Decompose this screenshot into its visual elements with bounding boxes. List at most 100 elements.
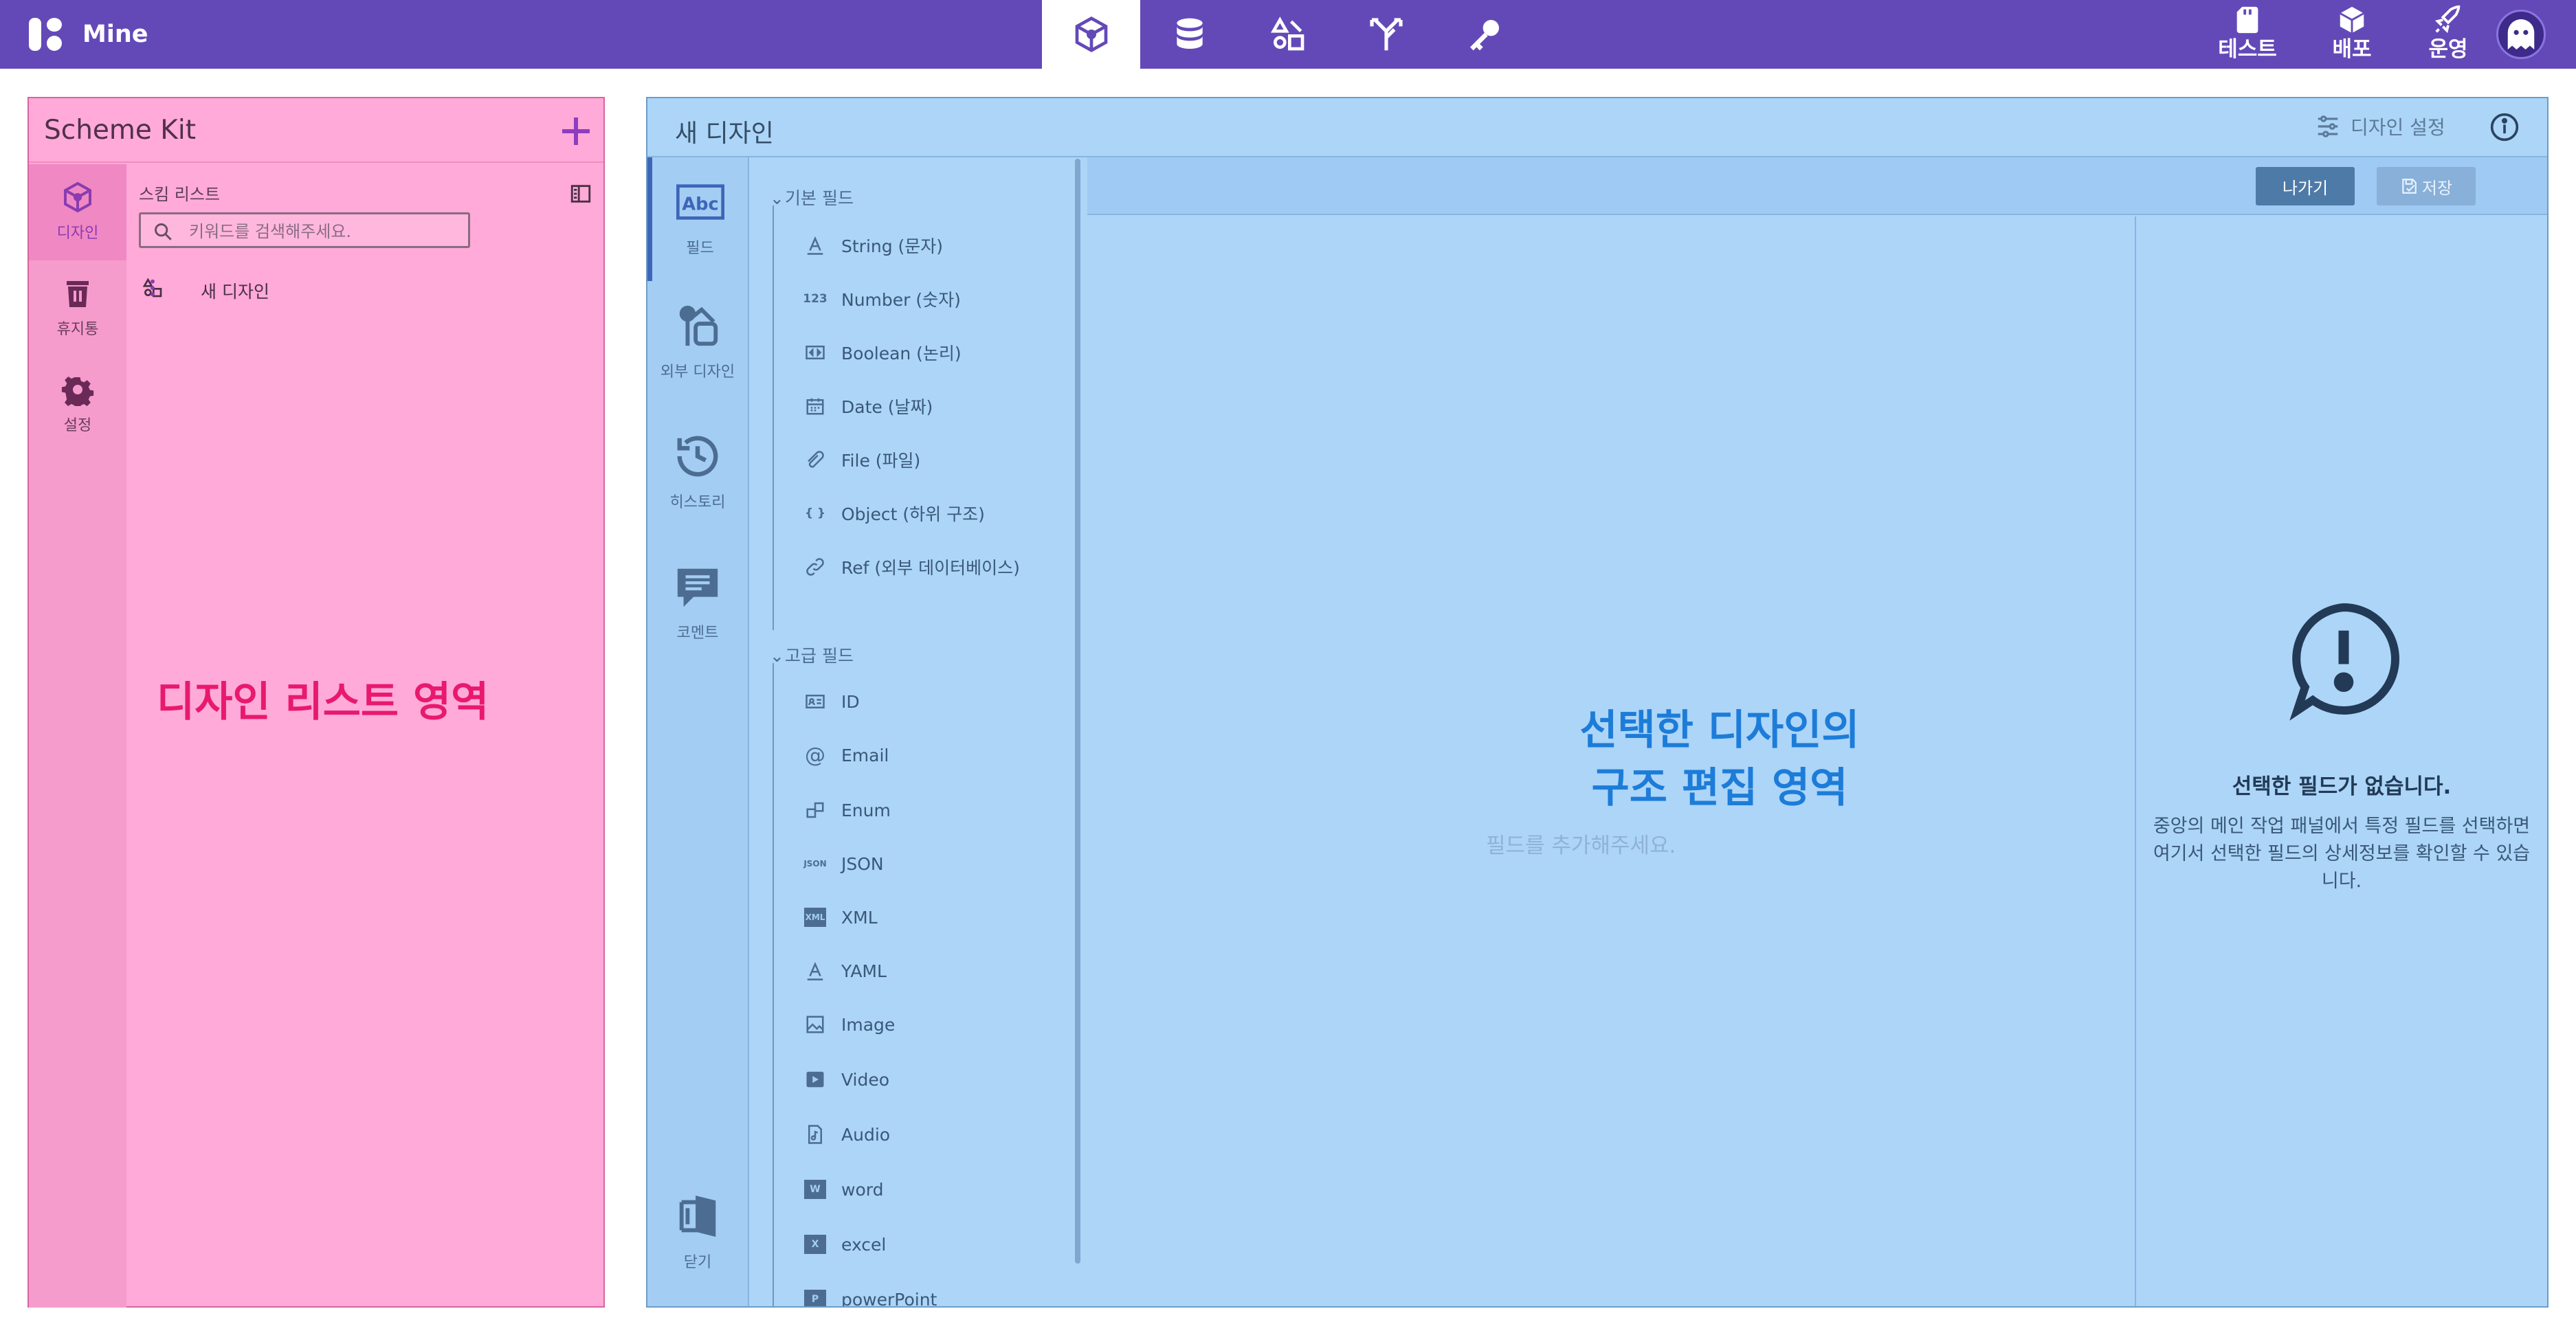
field-item-email[interactable]: @ Email [804, 740, 889, 770]
at-sign-icon: @ [805, 743, 825, 768]
rail-item-label: 휴지통 [56, 321, 99, 338]
field-item-label: excel [841, 1234, 887, 1255]
nav-deploy-button[interactable]: 배포 [2311, 3, 2393, 66]
rail-item-close[interactable]: 닫기 [647, 1172, 748, 1295]
scheme-name: 새 디자인 [201, 282, 269, 302]
rail-item-fields[interactable]: Abc 필드 [647, 157, 748, 281]
design-editor-panel: 새 디자인 디자인 설정 Abc 필드 외부 디자인 히스토리 코멘트 닫기 ⌄… [646, 97, 2549, 1308]
nav-operate-button[interactable]: 운영 [2407, 3, 2489, 66]
field-item-number[interactable]: 123 Number (숫자) [803, 284, 961, 314]
scheme-list-item[interactable]: 새 디자인 [139, 271, 595, 310]
yaml-icon [804, 961, 826, 981]
field-item-word[interactable]: Wword [804, 1174, 883, 1205]
add-scheme-icon[interactable] [559, 115, 592, 148]
nav-operate-label: 운영 [2428, 37, 2468, 62]
field-palette-scrollbar[interactable] [1075, 159, 1080, 1264]
field-item-object[interactable]: { } Object (하위 구조) [804, 498, 985, 528]
field-item-file[interactable]: File (파일) [804, 445, 920, 475]
structure-editor-area: 나가기 저장 필드를 추가해주세요. 선택한 디자인의 구조 편집 영역 선택한… [1087, 157, 2547, 1306]
design-list-area-annotation: 디자인 리스트 영역 [157, 678, 489, 726]
field-item-label: Email [841, 745, 889, 765]
rail-item-external-design[interactable]: 외부 디자인 [647, 281, 748, 405]
field-group-basic[interactable]: ⌄기본 필드 [770, 185, 854, 210]
field-item-enum[interactable]: Enum [804, 795, 891, 825]
rocket-icon [2434, 5, 2461, 34]
field-item-video[interactable]: Video [804, 1064, 889, 1095]
user-avatar[interactable] [2496, 10, 2546, 59]
scheme-search-field[interactable] [139, 212, 470, 248]
field-item-audio[interactable]: Audio [804, 1119, 890, 1150]
nav-test-label: 테스트 [2218, 37, 2277, 62]
scheme-list-title: 스킴 리스트 [139, 185, 221, 204]
field-item-label: Image [841, 1014, 896, 1035]
field-item-powerpoint[interactable]: PpowerPoint [804, 1284, 937, 1306]
rail-item-label: 코멘트 [676, 625, 719, 642]
word-file-icon: W [804, 1180, 826, 1199]
ghost-avatar-icon [2507, 19, 2535, 49]
tree-guide [773, 205, 774, 630]
more-vertical-icon[interactable] [142, 277, 164, 299]
excel-file-icon: X [804, 1235, 826, 1254]
design-settings-button[interactable]: 디자인 설정 [2315, 111, 2445, 142]
trash-icon [67, 281, 89, 307]
field-item-excel[interactable]: Xexcel [804, 1229, 886, 1259]
scheme-kit-rail: 디자인 휴지통 설정 [29, 164, 126, 1308]
chevron-down-icon: ⌄ [770, 188, 784, 208]
field-item-image[interactable]: Image [804, 1009, 895, 1040]
field-item-ref[interactable]: Ref (외부 데이터베이스) [804, 552, 1020, 582]
field-item-xml[interactable]: XML XML [804, 902, 878, 932]
field-item-label: Enum [841, 800, 891, 820]
field-item-id[interactable]: ID [804, 686, 860, 717]
image-icon [804, 1015, 826, 1034]
exit-button[interactable]: 나가기 [2256, 167, 2355, 205]
nav-database[interactable] [1140, 0, 1239, 69]
detail-empty-description: 중앙의 메인 작업 패널에서 특정 필드를 선택하면 여기서 선택한 필드의 상… [2153, 816, 2531, 892]
shapes-icon [1270, 16, 1304, 51]
scheme-list-header: Scheme Kit [29, 98, 603, 163]
field-item-label: Audio [841, 1124, 891, 1145]
rail-item-trash[interactable]: 휴지통 [29, 260, 126, 357]
field-detail-panel: 선택한 필드가 없습니다. 중앙의 메인 작업 패널에서 특정 필드를 선택하면… [2136, 216, 2547, 1306]
collapse-list-icon[interactable] [569, 182, 592, 205]
annotation-text: 선택한 디자인의 구조 편집 영역 [1579, 706, 1860, 812]
package-icon [2340, 6, 2364, 34]
search-icon [155, 223, 172, 240]
field-item-string[interactable]: String (문자) [804, 230, 943, 260]
structure-edit-area-annotation: 선택한 디자인의 구조 편집 영역 [1479, 702, 1960, 817]
field-item-date[interactable]: Date (날짜) [804, 391, 933, 421]
info-icon[interactable] [2489, 112, 2520, 142]
scheme-kit-icon [1075, 16, 1107, 53]
nav-key[interactable] [1435, 0, 1533, 69]
enum-icon [804, 800, 826, 820]
field-item-label: XML [841, 907, 878, 928]
save-button[interactable]: 저장 [2377, 167, 2476, 205]
field-item-label: Boolean (논리) [841, 344, 962, 363]
app-name[interactable]: Mine [82, 18, 148, 51]
rail-item-settings[interactable]: 설정 [29, 357, 126, 453]
editor-toolbar: 나가기 저장 [1087, 157, 2547, 215]
video-icon [804, 1070, 826, 1089]
string-icon [804, 236, 826, 255]
field-group-advanced[interactable]: ⌄고급 필드 [770, 642, 854, 667]
rail-item-label: 외부 디자인 [660, 363, 735, 381]
scheme-kit-icon [64, 181, 91, 213]
detail-empty-title: 선택한 필드가 없습니다. [2232, 774, 2452, 799]
svg-text:Abc: Abc [682, 194, 718, 215]
rail-item-history[interactable]: 히스토리 [647, 412, 748, 535]
history-icon [677, 436, 718, 477]
nav-shapes[interactable] [1239, 0, 1337, 69]
chevron-down-icon: ⌄ [770, 646, 784, 666]
nav-scheme-kit[interactable] [1042, 0, 1140, 69]
field-item-json[interactable]: JSON JSON [803, 849, 883, 879]
field-item-label: Ref (외부 데이터베이스) [841, 558, 1020, 578]
nav-test-button[interactable]: 테스트 [2206, 3, 2289, 66]
field-item-yaml[interactable]: YAML [804, 956, 887, 986]
search-input[interactable] [189, 220, 464, 243]
field-item-label: YAML [841, 961, 887, 981]
field-item-label: Object (하위 구조) [841, 504, 985, 524]
field-item-boolean[interactable]: Boolean (논리) [804, 337, 962, 368]
rail-item-comment[interactable]: 코멘트 [647, 542, 748, 666]
app-logo-icon[interactable] [29, 18, 63, 51]
rail-item-design[interactable]: 디자인 [29, 164, 126, 260]
nav-branch[interactable] [1337, 0, 1435, 69]
